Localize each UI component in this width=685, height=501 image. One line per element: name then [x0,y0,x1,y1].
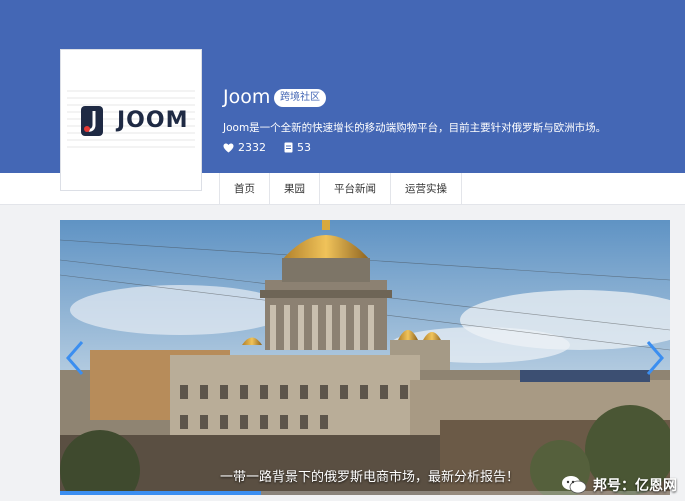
joom-logo-icon [81,106,103,136]
articles-stat: 53 [284,141,311,154]
likes-stat: 2332 [223,141,266,154]
tab-orchard[interactable]: 果园 [269,173,319,205]
carousel-caption[interactable]: 一带一路背景下的俄罗斯电商市场，最新分析报告！ [220,466,519,485]
carousel-prev-arrow-icon[interactable] [64,340,86,376]
category-badge[interactable]: 跨境社区 [274,89,326,107]
carousel-progress-fill [60,491,262,495]
articles-count: 53 [297,141,311,154]
carousel-next-arrow-icon[interactable] [644,340,666,376]
carousel-photo-cathedral[interactable] [60,220,670,495]
likes-count: 2332 [238,141,266,154]
logo-text: JOOM [117,108,189,133]
profile-stats: 2332 53 [223,141,329,154]
tab-list: 首页 果园 平台新闻 运营实操 [219,173,462,205]
profile-logo-card: JOOM [60,49,202,191]
tab-operations[interactable]: 运营实操 [390,173,462,205]
document-icon [284,142,293,153]
heart-icon [223,142,234,153]
watermark-text: 邦号：亿恩网 [593,478,677,494]
profile-description: Joom是一个全新的快速增长的移动端购物平台，目前主要针对俄罗斯与欧洲市场。 [223,122,607,134]
tab-home[interactable]: 首页 [219,173,269,205]
tab-platform-news[interactable]: 平台新闻 [319,173,390,205]
image-carousel[interactable]: 一带一路背景下的俄罗斯电商市场，最新分析报告！ [60,220,670,495]
wechat-icon [562,476,587,494]
watermark: 邦号：亿恩网 [561,475,677,495]
page-title: Joom [223,86,271,108]
